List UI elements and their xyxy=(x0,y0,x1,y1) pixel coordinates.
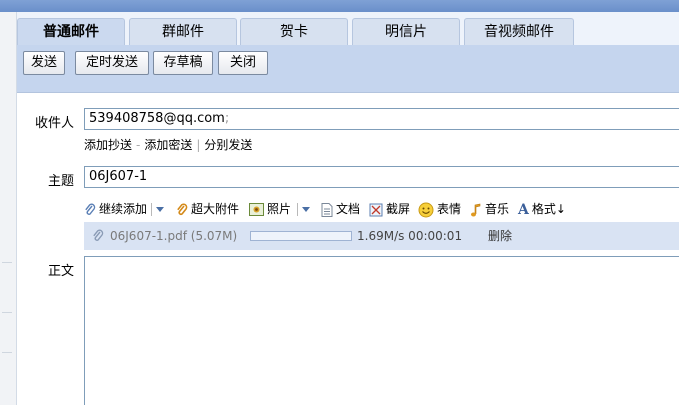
emoticon-label: 表情 xyxy=(437,202,462,216)
paperclip-icon xyxy=(93,229,104,241)
format-label: 格式↓ xyxy=(531,202,566,216)
photo-label: 照片 xyxy=(267,202,292,216)
continue-add-label: 继续添加 xyxy=(99,202,148,216)
gutter-mark xyxy=(2,312,12,313)
screenshot-label: 截屏 xyxy=(386,202,411,216)
body-label: 正文 xyxy=(47,264,74,279)
add-bcc-link[interactable]: 添加密送 xyxy=(144,138,192,152)
tool-divider xyxy=(297,203,298,216)
photo-dropdown[interactable] xyxy=(302,199,313,219)
paperclip-icon xyxy=(85,203,96,215)
emoticon-button[interactable]: 表情 xyxy=(418,199,461,219)
format-button[interactable]: A 格式↓ xyxy=(518,199,566,219)
gutter-mark xyxy=(2,352,12,353)
send-button[interactable]: 发送 xyxy=(23,51,65,75)
music-note-icon xyxy=(471,203,481,216)
document-button[interactable]: 文档 xyxy=(321,199,360,219)
compose-form: 收件人 539408758@qq.com; 添加抄送 - 添加密送 | 分别发送 主题 … xyxy=(17,93,679,405)
large-attachment-button[interactable]: 超大附件 xyxy=(176,199,239,219)
chevron-down-icon xyxy=(156,206,164,212)
link-divider: - xyxy=(136,138,141,152)
compose-panel: 普通邮件 群邮件 贺卡 明信片 音视频邮件 发送 定时发送 存草稿 关闭 收件人… xyxy=(17,12,679,405)
separate-send-link[interactable]: 分别发送 xyxy=(204,138,252,152)
tab-postcard[interactable]: 明信片 xyxy=(352,18,460,45)
mail-type-tabs: 普通邮件 群邮件 贺卡 明信片 音视频邮件 xyxy=(17,18,679,45)
gutter-mark xyxy=(2,262,12,263)
upload-progress-bar xyxy=(250,231,352,241)
continue-add-button[interactable]: 继续添加 xyxy=(84,199,147,219)
compose-toolbar: 发送 定时发送 存草稿 关闭 xyxy=(17,45,679,93)
document-icon xyxy=(321,202,333,217)
screenshot-button[interactable]: 截屏 xyxy=(369,199,410,219)
large-attachment-label: 超大附件 xyxy=(191,202,240,216)
tool-divider xyxy=(151,203,152,216)
left-gutter xyxy=(0,12,17,405)
large-attachment-icon xyxy=(177,203,188,215)
add-cc-link[interactable]: 添加抄送 xyxy=(84,138,132,152)
document-label: 文档 xyxy=(336,202,361,216)
save-draft-button[interactable]: 存草稿 xyxy=(153,51,213,75)
compose-window: 普通邮件 群邮件 贺卡 明信片 音视频邮件 发送 定时发送 存草稿 关闭 收件人… xyxy=(0,0,679,405)
recipient-label: 收件人 xyxy=(34,116,74,131)
chevron-down-icon xyxy=(302,206,310,212)
music-label: 音乐 xyxy=(485,202,510,216)
upload-speed: 1.69M/s 00:00:01 xyxy=(357,229,463,243)
scheduled-send-button[interactable]: 定时发送 xyxy=(75,51,149,75)
recipient-separator: ; xyxy=(224,111,230,126)
music-button[interactable]: 音乐 xyxy=(470,199,509,219)
tab-greeting-card[interactable]: 贺卡 xyxy=(240,18,348,45)
recipient-links: 添加抄送 - 添加密送 | 分别发送 xyxy=(84,136,252,153)
subject-label: 主题 xyxy=(47,174,74,189)
body-editor[interactable] xyxy=(84,256,679,405)
tab-av-mail[interactable]: 音视频邮件 xyxy=(464,18,574,45)
recipient-input[interactable]: 539408758@qq.com; xyxy=(84,108,679,130)
format-letter-icon: A xyxy=(518,201,529,218)
screenshot-icon xyxy=(369,203,383,216)
delete-attachment-link[interactable]: 删除 xyxy=(488,222,512,250)
tab-normal-mail[interactable]: 普通邮件 xyxy=(17,18,125,45)
photo-button[interactable]: 照片 xyxy=(249,199,291,219)
top-bar xyxy=(0,0,679,12)
link-divider: | xyxy=(196,138,201,152)
recipient-value: 539408758@qq.com xyxy=(89,111,225,126)
upload-progress-row: 06J607-1.pdf (5.07M) 1.69M/s 00:00:01 删除 xyxy=(84,222,679,250)
subject-input[interactable]: 06J607-1 xyxy=(84,166,679,188)
tab-group-mail[interactable]: 群邮件 xyxy=(129,18,237,45)
smiley-icon xyxy=(418,202,434,217)
photo-icon xyxy=(249,203,264,216)
close-button[interactable]: 关闭 xyxy=(218,51,268,75)
upload-file-name: 06J607-1.pdf (5.07M) xyxy=(110,229,238,243)
continue-add-dropdown[interactable] xyxy=(156,199,167,219)
